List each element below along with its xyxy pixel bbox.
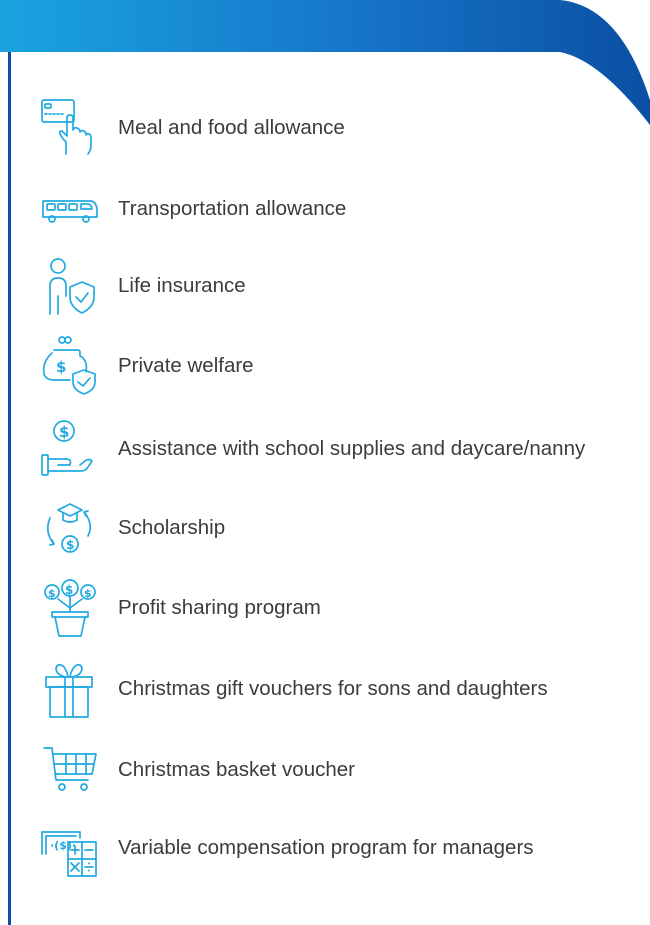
benefit-item-transportation: Transportation allowance	[40, 179, 650, 239]
graduation-cycle-icon: $	[40, 498, 100, 558]
benefit-item-life-insurance: Life insurance	[40, 256, 650, 316]
left-rule	[8, 52, 11, 925]
benefit-label: Life insurance	[118, 274, 246, 297]
calculator-money-icon: ·($)·	[40, 818, 100, 878]
svg-text:$: $	[65, 583, 73, 597]
benefit-label: Meal and food allowance	[118, 116, 345, 139]
benefit-label: Christmas gift vouchers for sons and dau…	[118, 677, 548, 700]
benefit-item-private-welfare: $ Private welfare	[40, 336, 650, 396]
benefit-item-scholarship: $ Scholarship	[40, 498, 650, 558]
card-hand-icon	[40, 98, 100, 158]
hand-coin-icon: $	[40, 419, 100, 479]
svg-text:$: $	[56, 358, 66, 376]
benefit-item-variable-compensation: ·($)· Variable compensation program for …	[40, 818, 650, 878]
money-shield-icon: $	[40, 336, 100, 396]
person-shield-icon	[40, 256, 100, 316]
benefit-label: Christmas basket voucher	[118, 758, 355, 781]
gift-icon	[40, 659, 100, 719]
shopping-cart-icon	[40, 740, 100, 800]
benefit-item-profit-sharing: $ $ $ Profit sharing program	[40, 578, 650, 638]
benefit-label: Transportation allowance	[118, 197, 347, 220]
svg-text:$: $	[48, 587, 56, 600]
benefit-label: Variable compensation program for manage…	[118, 836, 534, 859]
benefit-label: Scholarship	[118, 516, 226, 539]
benefit-item-school-assistance: $ Assistance with school supplies and da…	[40, 419, 650, 479]
bus-icon	[40, 179, 100, 239]
svg-text:$: $	[66, 538, 74, 552]
benefit-item-christmas-gift: Christmas gift vouchers for sons and dau…	[40, 659, 650, 719]
svg-text:$: $	[59, 423, 69, 441]
benefit-label: Assistance with school supplies and dayc…	[118, 437, 586, 460]
money-plant-icon: $ $ $	[40, 578, 100, 638]
benefit-item-meal: Meal and food allowance	[40, 98, 650, 158]
benefit-item-christmas-basket: Christmas basket voucher	[40, 740, 650, 800]
benefit-label: Private welfare	[118, 354, 254, 377]
svg-text:$: $	[84, 587, 92, 600]
benefit-label: Profit sharing program	[118, 596, 321, 619]
